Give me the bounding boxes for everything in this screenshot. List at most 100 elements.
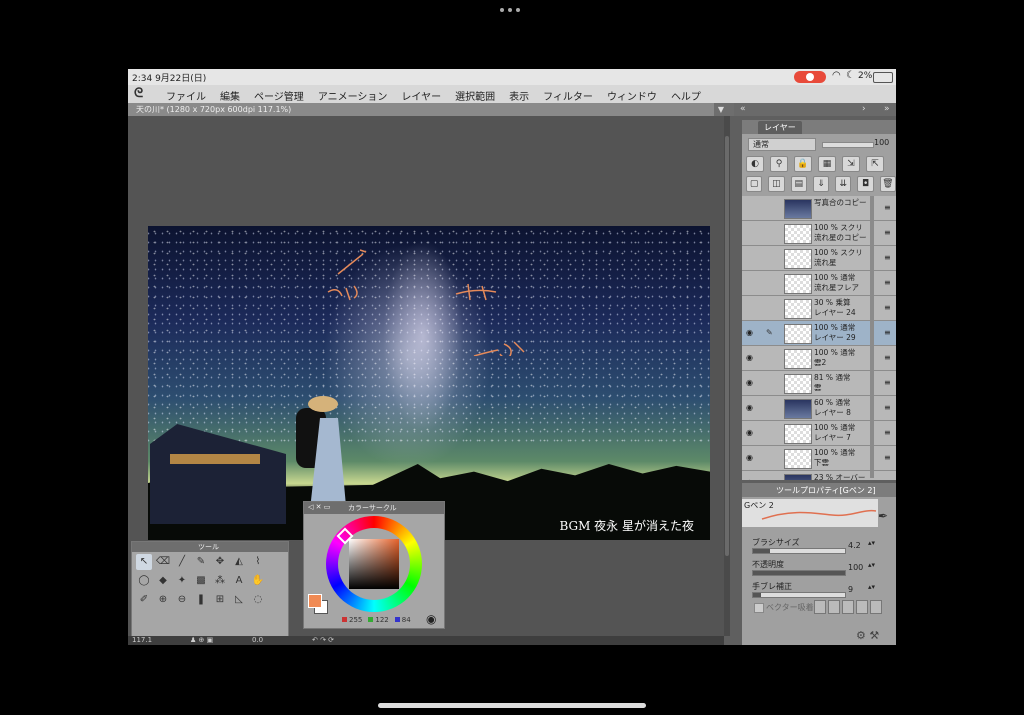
edit-pen-icon[interactable]: [766, 253, 776, 263]
menu-help[interactable]: ヘルプ: [671, 88, 701, 103]
lock-alpha-icon[interactable]: ▦: [818, 156, 836, 172]
visibility-eye-icon[interactable]: [746, 228, 756, 238]
sparkle-tool-icon[interactable]: ✦: [174, 573, 190, 589]
visibility-eye-icon[interactable]: ◉: [746, 353, 756, 363]
visibility-eye-icon[interactable]: ◉: [746, 378, 756, 388]
layer-menu-icon[interactable]: ≡: [884, 328, 891, 337]
menu-filter[interactable]: フィルター: [543, 88, 593, 103]
property-slider[interactable]: [752, 548, 846, 554]
layer-opacity-value[interactable]: 100: [874, 138, 889, 147]
edit-pen-icon[interactable]: [766, 228, 776, 238]
zoom-out-icon[interactable]: ⊖: [174, 592, 190, 608]
magic-wand-icon[interactable]: ⁂: [212, 573, 228, 589]
layer-opacity-slider[interactable]: [822, 142, 874, 148]
zoom-value[interactable]: 117.1: [132, 636, 152, 644]
canvas-scrollbar[interactable]: [724, 116, 730, 636]
vector-snap-options[interactable]: [814, 600, 882, 614]
menu-layer[interactable]: レイヤー: [401, 88, 441, 103]
merge-down-icon[interactable]: ⇓: [812, 176, 830, 192]
blend-tool-icon[interactable]: ◆: [155, 573, 171, 589]
tool-window-header[interactable]: ツール: [132, 542, 288, 552]
new-vector-layer-icon[interactable]: ◫: [768, 176, 785, 192]
layer-menu-icon[interactable]: ≡: [884, 203, 891, 212]
merge-visible-icon[interactable]: ⇊: [835, 176, 852, 192]
frame-tool-icon[interactable]: ⊞: [212, 592, 228, 608]
stepper-icon[interactable]: ▴▾: [868, 583, 875, 591]
rotation-value[interactable]: 0.0: [252, 636, 263, 644]
color-mode-icon[interactable]: ◉: [426, 612, 436, 626]
collapse-left-icon[interactable]: «: [740, 104, 746, 114]
mask-icon[interactable]: ◐: [746, 156, 764, 172]
layer-menu-icon[interactable]: ≡: [884, 253, 891, 262]
airbrush-icon[interactable]: ❚: [193, 592, 209, 608]
stepper-icon[interactable]: ▴▾: [868, 539, 875, 547]
mask-add-icon[interactable]: ◘: [857, 176, 874, 192]
layer-menu-icon[interactable]: ≡: [884, 453, 891, 462]
chevron-right-icon[interactable]: ›: [862, 104, 866, 114]
edit-pen-icon[interactable]: [766, 478, 776, 480]
layer-menu-icon[interactable]: ≡: [884, 378, 891, 387]
window-controls-icon[interactable]: ◁ ✕ ▭: [308, 503, 330, 511]
lasso-tool-icon[interactable]: ◯: [136, 573, 152, 589]
edit-pen-icon[interactable]: [766, 353, 776, 363]
new-raster-layer-icon[interactable]: ▢: [746, 176, 763, 192]
expand-right-icon[interactable]: »: [884, 104, 890, 114]
menu-animation[interactable]: アニメーション: [318, 88, 388, 103]
eraser-tool-icon[interactable]: ⌫: [155, 554, 171, 570]
multitask-indicator[interactable]: [500, 6, 524, 14]
ruler-icon[interactable]: ⚲: [770, 156, 788, 172]
zoom-tool-icon[interactable]: ⊕: [155, 592, 171, 608]
app-logo-icon[interactable]: ᘓ: [134, 86, 150, 102]
foreground-color-swatch[interactable]: [308, 594, 322, 608]
visibility-eye-icon[interactable]: [746, 253, 756, 263]
property-value[interactable]: 100: [848, 563, 863, 572]
menu-view[interactable]: 表示: [509, 88, 529, 103]
edit-pen-icon[interactable]: [766, 428, 776, 438]
vector-snap-row[interactable]: ベクター吸着: [754, 600, 894, 615]
sub-tool-detail-icon[interactable]: ⚙ ⚒: [856, 629, 879, 642]
property-value[interactable]: 4.2: [848, 541, 861, 550]
fill-tool-icon[interactable]: ◭: [231, 554, 247, 570]
saturation-value-square[interactable]: [349, 539, 399, 589]
visibility-eye-icon[interactable]: ◉: [746, 328, 756, 338]
edit-pen-icon[interactable]: ✎: [766, 328, 776, 338]
delete-layer-icon[interactable]: 🗑: [879, 176, 896, 192]
gradient-tool-icon[interactable]: ▩: [193, 573, 209, 589]
text-tool-icon[interactable]: A: [231, 573, 247, 589]
visibility-eye-icon[interactable]: [746, 278, 756, 288]
balloon-tool-icon[interactable]: ◌: [250, 592, 266, 608]
layer-menu-icon[interactable]: ≡: [884, 278, 891, 287]
artwork-canvas[interactable]: BGM 夜永 星が消えた夜: [148, 226, 710, 540]
menu-file[interactable]: ファイル: [166, 88, 206, 103]
clip-icon[interactable]: ⇲: [842, 156, 860, 172]
layer-scrollbar[interactable]: [870, 196, 874, 478]
edit-pen-icon[interactable]: [766, 203, 776, 213]
visibility-eye-icon[interactable]: [746, 203, 756, 213]
tab-layer[interactable]: レイヤー: [758, 121, 802, 134]
property-slider[interactable]: [752, 592, 846, 598]
stepper-icon[interactable]: ▴▾: [868, 561, 875, 569]
layer-menu-icon[interactable]: ≡: [884, 478, 891, 480]
visibility-eye-icon[interactable]: [746, 303, 756, 313]
edit-pen-icon[interactable]: [766, 278, 776, 288]
navigator-icons[interactable]: ♟ ⊕ ▣: [190, 636, 213, 644]
menu-edit[interactable]: 編集: [220, 88, 240, 103]
reference-icon[interactable]: ⇱: [866, 156, 884, 172]
blend-mode-select[interactable]: 通常: [748, 138, 816, 151]
document-tab[interactable]: 天の川* (1280 x 720px 600dpi 117.1%): [128, 103, 724, 116]
ruler-tool-icon[interactable]: ◺: [231, 592, 247, 608]
layer-menu-icon[interactable]: ≡: [884, 403, 891, 412]
screen-record-indicator[interactable]: [794, 71, 826, 83]
property-slider[interactable]: [752, 570, 846, 576]
menu-window[interactable]: ウィンドウ: [607, 88, 657, 103]
line-tool-icon[interactable]: ╱: [174, 554, 190, 570]
edit-pen-icon[interactable]: [766, 303, 776, 313]
undo-redo-icons[interactable]: ↶ ↷ ⟳: [312, 636, 334, 644]
menu-page[interactable]: ページ管理: [254, 88, 304, 103]
operation-tool-icon[interactable]: ↖: [136, 554, 152, 570]
visibility-eye-icon[interactable]: ◉: [746, 453, 756, 463]
visibility-eye-icon[interactable]: ◉: [746, 428, 756, 438]
edit-pen-icon[interactable]: [766, 378, 776, 388]
layer-menu-icon[interactable]: ≡: [884, 353, 891, 362]
new-folder-icon[interactable]: ▤: [790, 176, 807, 192]
